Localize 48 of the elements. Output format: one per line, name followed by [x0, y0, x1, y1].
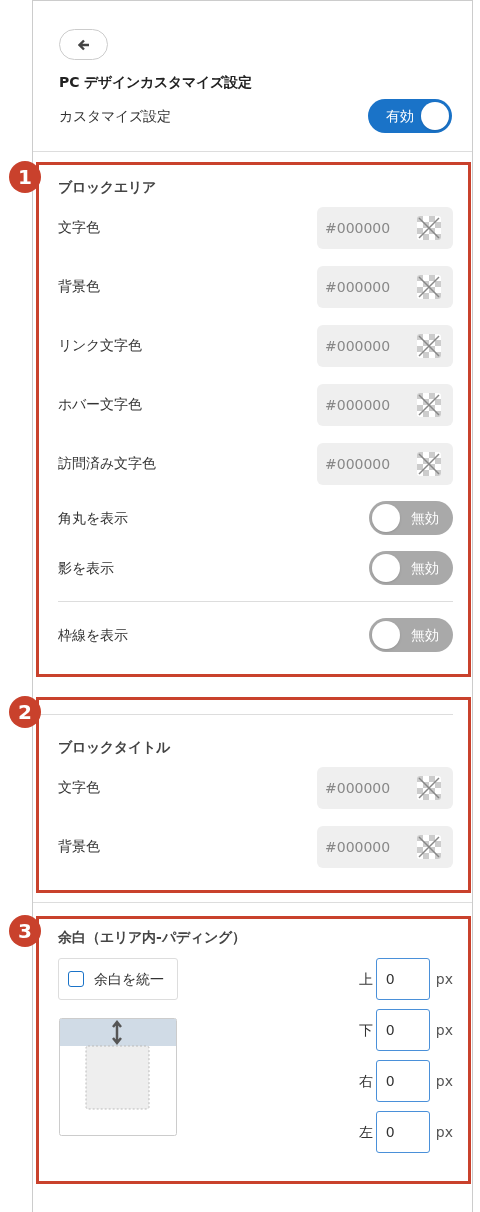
number-badge: 1 [9, 161, 41, 193]
transparent-swatch-icon [417, 392, 441, 417]
transparent-swatch-icon [417, 215, 441, 240]
color-field[interactable]: #000000 [317, 442, 453, 485]
unify-checkbox-button[interactable]: 余白を統一 [58, 958, 178, 1000]
unit-label: px [435, 1020, 453, 1040]
back-arrow-icon [77, 38, 90, 51]
color-field[interactable]: #000000 [317, 383, 453, 426]
checkbox[interactable] [68, 971, 84, 987]
page-title: PC デザインカスタマイズ設定 [59, 73, 254, 92]
unit-label: px [435, 1122, 453, 1142]
field-label: 背景色 [58, 837, 100, 856]
padding-input[interactable]: 0 [375, 1060, 430, 1102]
field-label: 文字色 [58, 778, 100, 797]
color-field[interactable]: #000000 [317, 324, 453, 367]
section-heading: ブロックエリア [58, 178, 157, 197]
field-label: ホバー文字色 [58, 395, 142, 414]
padding-input[interactable]: 0 [375, 1009, 430, 1051]
padding-input[interactable]: 0 [375, 1111, 430, 1153]
side-label: 上 [358, 969, 373, 989]
number-badge: 2 [9, 696, 41, 728]
field-label: 訪問済み文字色 [58, 454, 156, 473]
transparent-swatch-icon [417, 333, 441, 358]
unit-label: px [435, 1071, 453, 1091]
transparent-swatch-icon [417, 834, 441, 859]
field-label: リンク文字色 [58, 336, 142, 355]
field-label: 背景色 [58, 277, 100, 296]
transparent-swatch-icon [417, 451, 441, 476]
field-label: 角丸を表示 [58, 508, 128, 528]
transparent-swatch-icon [417, 274, 441, 299]
section-heading: ブロックタイトル [58, 738, 171, 757]
field-label: 影を表示 [58, 558, 114, 578]
color-field[interactable]: #000000 [317, 766, 453, 809]
toggle-switch[interactable]: 有効 [368, 99, 452, 133]
unit-label: px [435, 969, 453, 989]
side-label: 右 [358, 1071, 373, 1091]
transparent-swatch-icon [417, 775, 441, 800]
color-field[interactable]: #000000 [317, 825, 453, 868]
padding-input[interactable]: 0 [375, 958, 430, 1000]
side-label: 下 [358, 1020, 373, 1040]
field-label: 文字色 [58, 218, 100, 237]
color-field[interactable]: #000000 [317, 265, 453, 308]
field-label: カスタマイズ設定 [59, 106, 171, 126]
section-heading: 余白（エリア内-パディング） [58, 928, 247, 947]
field-label: 枠線を表示 [58, 625, 128, 645]
number-badge: 3 [9, 915, 41, 947]
color-field[interactable]: #000000 [317, 206, 453, 249]
side-label: 左 [358, 1122, 373, 1142]
